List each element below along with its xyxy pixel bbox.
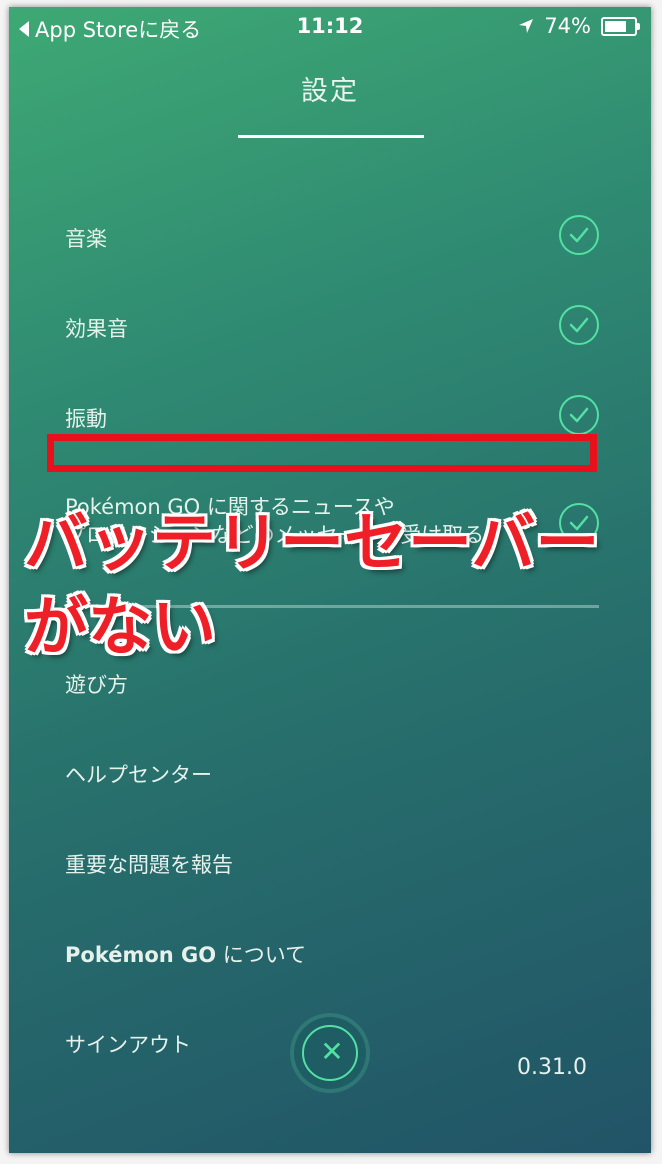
battery-percent: 74%	[544, 14, 591, 38]
page-title: 設定	[301, 76, 359, 107]
menu-item-about[interactable]: Pokémon GO について	[65, 939, 306, 969]
about-suffix: について	[216, 943, 307, 967]
toggle-label: 振動	[65, 407, 107, 431]
annotation-line2: がない	[24, 591, 216, 665]
toggle-row-vibration[interactable]: 振動	[65, 395, 599, 439]
menu-item-how-to-play[interactable]: 遊び方	[65, 669, 128, 699]
status-bar: App Storeに戻る 11:12 74%	[9, 7, 651, 45]
highlight-box	[47, 434, 597, 472]
annotation-line1: バッテリーセーバー	[24, 507, 600, 581]
location-arrow-icon	[519, 19, 534, 33]
battery-icon	[601, 16, 640, 36]
status-right: 74%	[518, 14, 640, 38]
close-icon: ✕	[320, 1035, 344, 1068]
toggle-label: 音楽	[65, 227, 107, 251]
toggle-row-sound-effects[interactable]: 効果音	[65, 305, 599, 349]
close-ring: ✕	[302, 1025, 358, 1081]
toggle-row-music[interactable]: 音楽	[65, 215, 599, 259]
close-button[interactable]: ✕	[294, 1017, 366, 1089]
menu-item-sign-out[interactable]: サインアウト	[65, 1029, 191, 1059]
about-app-name: Pokémon GO	[65, 943, 217, 967]
checkmark-icon[interactable]	[559, 305, 599, 345]
toggle-label: 効果音	[65, 317, 128, 341]
title-underline	[238, 135, 424, 138]
app-version: 0.31.0	[517, 1055, 587, 1080]
battery-fill	[605, 20, 626, 32]
menu-item-help-center[interactable]: ヘルプセンター	[65, 759, 212, 789]
checkmark-icon[interactable]	[559, 395, 599, 435]
menu-item-report-issue[interactable]: 重要な問題を報告	[65, 849, 233, 879]
checkmark-icon[interactable]	[559, 215, 599, 255]
